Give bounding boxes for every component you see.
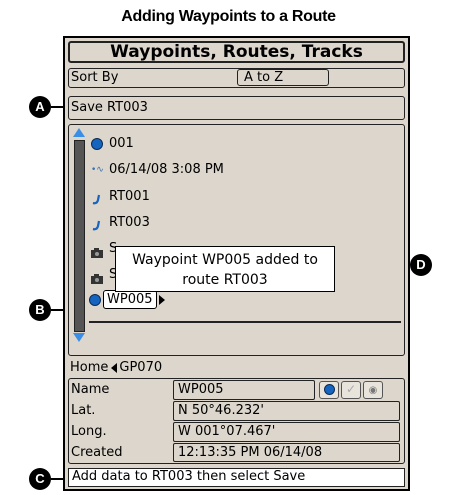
chevron-right-icon — [158, 294, 165, 305]
sort-by-row[interactable]: Sort By A to Z — [68, 68, 405, 88]
selected-list-item[interactable]: WP005 — [89, 289, 165, 311]
route-icon — [91, 191, 103, 204]
scrollbar-track[interactable] — [74, 140, 85, 332]
popup-line-2: route RT003 — [182, 272, 268, 288]
created-field: 12:13:35 PM 06/14/08 — [173, 443, 400, 462]
list-divider — [89, 321, 401, 323]
waypoint-icon — [89, 293, 101, 306]
waypoint-list: 001 •∿06/14/08 3:08 PM RT001 RT003 S S — [68, 124, 405, 356]
save-route-button[interactable]: Save RT003 — [68, 96, 405, 120]
list-item[interactable]: 001 — [91, 133, 134, 155]
caption: Adding Waypoints to a Route — [121, 8, 336, 25]
sort-by-value: A to Z — [244, 70, 284, 85]
confirmation-popup: Waypoint WP005 added to route RT003 — [115, 246, 335, 292]
track-icon: •∿ — [91, 164, 104, 175]
longitude-field[interactable]: W 001°07.467' — [173, 422, 400, 442]
camera-icon — [91, 270, 103, 284]
breadcrumb-location[interactable]: GP070 — [119, 360, 162, 375]
sort-by-value-box[interactable]: A to Z — [237, 69, 329, 86]
save-route-label: Save RT003 — [71, 100, 148, 115]
chevron-left-icon — [111, 362, 118, 373]
screen-title: Waypoints, Routes, Tracks — [68, 41, 405, 63]
details-panel: Name WP005 ✓ ◉ Lat. N 50°46.232' Long. W… — [68, 378, 405, 464]
popup-line-1: Waypoint WP005 added to — [132, 252, 318, 268]
eye-icon: ◉ — [368, 385, 378, 396]
list-item[interactable]: RT003 — [91, 212, 150, 234]
scroll-up-arrow[interactable] — [73, 128, 85, 137]
sort-by-label: Sort By — [71, 70, 119, 85]
waypoint-icon — [91, 137, 103, 150]
camera-icon — [91, 244, 103, 258]
breadcrumb[interactable]: Home GP070 — [70, 360, 162, 375]
name-field[interactable]: WP005 — [173, 380, 315, 400]
longitude-label: Long. — [71, 424, 107, 439]
hint-bar: Add data to RT003 then select Save — [68, 468, 405, 487]
callout-a-marker: A — [29, 96, 51, 118]
latitude-label: Lat. — [71, 403, 96, 418]
callout-d-marker: D — [410, 254, 432, 276]
waypoint-symbol-button[interactable] — [319, 381, 339, 399]
waypoint-icon — [323, 384, 335, 395]
name-label: Name — [71, 382, 110, 397]
route-icon — [91, 217, 103, 230]
scroll-down-arrow[interactable] — [73, 333, 85, 342]
visibility-button[interactable]: ◉ — [363, 381, 383, 399]
list-item[interactable]: S — [91, 238, 117, 260]
gps-screen: Waypoints, Routes, Tracks Sort By A to Z… — [63, 36, 410, 491]
checkmark-button[interactable]: ✓ — [341, 381, 361, 399]
breadcrumb-home[interactable]: Home — [70, 360, 108, 375]
created-label: Created — [71, 445, 123, 460]
callout-b-marker: B — [29, 299, 51, 321]
selected-item-label: WP005 — [103, 290, 157, 309]
callout-c-marker: C — [29, 468, 51, 490]
checkmark-icon: ✓ — [345, 382, 357, 396]
list-item[interactable]: •∿ 06/14/08 3:08 PM — [91, 159, 224, 181]
list-item[interactable]: S — [91, 264, 117, 286]
latitude-field[interactable]: N 50°46.232' — [173, 401, 400, 421]
list-item[interactable]: RT001 — [91, 186, 150, 208]
